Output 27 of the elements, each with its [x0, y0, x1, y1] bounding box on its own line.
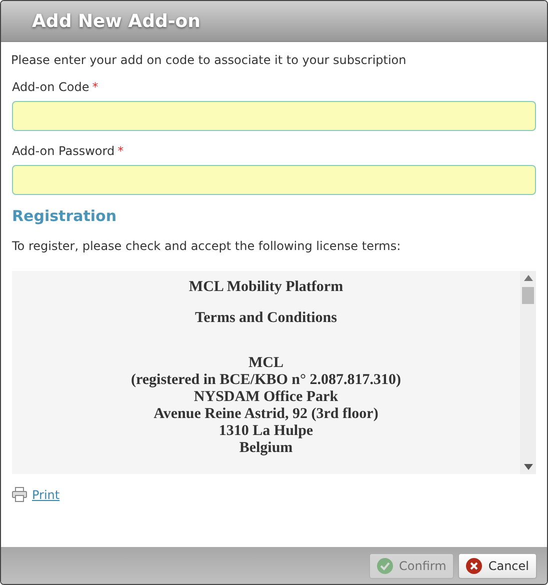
field-label: Add-on Code	[12, 80, 90, 94]
address-line: (registered in BCE/KBO n° 2.087.817.310)	[130, 372, 402, 389]
terms-subtitle: Terms and Conditions	[194, 310, 338, 327]
printer-icon	[12, 487, 27, 502]
address-line: 1310 La Hulpe	[218, 423, 314, 440]
scroll-up-icon[interactable]	[524, 275, 532, 281]
window-title: Add New Add-on	[32, 10, 200, 32]
checkmark-icon	[377, 558, 394, 574]
print-link[interactable]: Print	[32, 488, 60, 502]
required-mark: *	[92, 80, 98, 94]
scroll-thumb[interactable]	[522, 287, 534, 304]
address-line: Avenue Reine Astrid, 92 (3rd floor)	[152, 406, 380, 423]
scroll-down-icon[interactable]	[524, 464, 532, 470]
cancel-button[interactable]: Cancel	[458, 552, 537, 578]
input-field[interactable]	[12, 101, 536, 131]
instructions-text: To register, please check and accept the following license terms:	[12, 239, 402, 253]
field-label: Add-on Password	[12, 144, 115, 158]
intro-text: Please enter your add on code to associate it to your subscription	[11, 53, 408, 67]
address-line: NYSDAM Office Park	[192, 389, 340, 406]
address-line: Belgium	[238, 440, 294, 457]
section-heading: Registration	[12, 207, 118, 225]
address-line: MCL	[248, 355, 284, 372]
required-mark: *	[118, 144, 124, 158]
close-icon	[466, 558, 482, 574]
scrollbar[interactable]	[520, 271, 536, 474]
input-field[interactable]	[12, 165, 536, 195]
terms-title: MCL Mobility Platform	[188, 279, 344, 296]
